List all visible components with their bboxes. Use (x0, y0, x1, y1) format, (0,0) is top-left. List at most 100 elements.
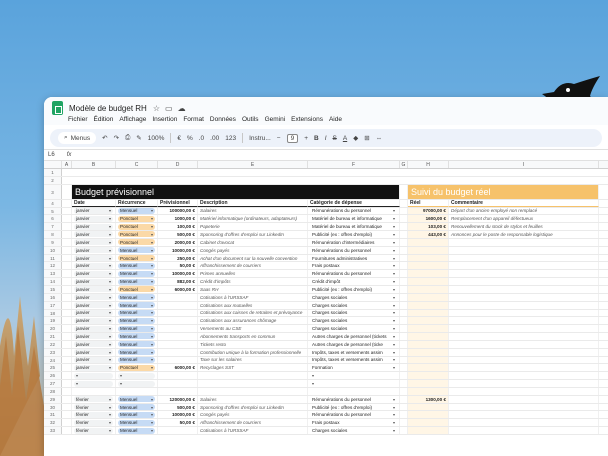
spacer-cell[interactable] (62, 207, 72, 215)
date-dropdown[interactable]: janvier (74, 341, 113, 348)
paint-format-icon[interactable]: ✎ (136, 134, 141, 142)
category-cell[interactable]: Crédit d'impôt (308, 278, 400, 285)
previsionnel-cell[interactable]: 2000,00 € (158, 238, 198, 246)
category-dropdown[interactable]: Charges sociales (310, 318, 397, 324)
spacer-cell[interactable] (62, 364, 72, 372)
previsionnel-cell[interactable] (158, 356, 198, 364)
recurrence-dropdown[interactable]: Mensuel (118, 309, 155, 316)
reel-cell[interactable] (408, 333, 449, 340)
previsionnel-cell[interactable]: 120000,00 € (158, 395, 198, 403)
recurrence-cell[interactable]: Mensuel (116, 246, 158, 254)
reel-cell[interactable] (408, 427, 449, 434)
recurrence-dropdown[interactable] (118, 380, 155, 387)
spacer-cell[interactable] (62, 246, 72, 254)
date-cell[interactable]: janvier (72, 246, 116, 254)
spacer-cell[interactable] (62, 325, 72, 333)
comment-cell[interactable]: Remplacement d'un appareil défectueux (449, 215, 599, 223)
reel-cell[interactable] (408, 372, 449, 380)
column-header-d[interactable]: D (158, 161, 198, 168)
date-cell[interactable]: janvier (72, 262, 116, 270)
row-number[interactable]: 29 (44, 395, 62, 403)
date-dropdown[interactable]: janvier (74, 294, 113, 301)
recurrence-dropdown[interactable]: Mensuel (118, 270, 155, 277)
recurrence-dropdown[interactable]: Mensuel (118, 262, 155, 269)
comment-cell[interactable] (449, 411, 599, 419)
spacer-cell[interactable] (62, 348, 72, 356)
category-dropdown[interactable]: Frais postaux (310, 263, 397, 269)
description-cell[interactable]: Salaires (198, 207, 308, 215)
date-dropdown[interactable]: janvier (74, 333, 113, 340)
spacer-cell[interactable] (400, 340, 408, 348)
recurrence-dropdown[interactable]: Mensuel (118, 247, 155, 254)
spacer-cell[interactable] (62, 278, 72, 285)
spacer-cell[interactable] (62, 356, 72, 364)
date-cell[interactable]: janvier (72, 223, 116, 231)
category-dropdown[interactable]: Publicité (ex : offres d'emploi) (310, 286, 397, 292)
recurrence-cell[interactable]: Ponctuel (116, 254, 158, 262)
category-cell[interactable]: Impôts, taxes et versements assim (308, 348, 400, 356)
description-cell[interactable]: Cotisations aux assurances chômage (198, 317, 308, 325)
comment-cell[interactable] (449, 285, 599, 293)
recurrence-cell[interactable]: Mensuel (116, 207, 158, 215)
menu-donnees[interactable]: Données (210, 116, 236, 123)
recurrence-cell[interactable] (116, 387, 158, 395)
comment-cell[interactable] (449, 238, 599, 246)
reel-cell[interactable] (408, 270, 449, 278)
category-cell[interactable]: Impôts, taxes et versements assim (308, 356, 400, 364)
date-cell[interactable]: janvier (72, 301, 116, 309)
recurrence-cell[interactable]: Ponctuel (116, 285, 158, 293)
spacer-cell[interactable] (62, 333, 72, 340)
previsionnel-cell[interactable] (158, 301, 198, 309)
spacer-cell[interactable] (400, 215, 408, 223)
category-cell[interactable] (308, 387, 400, 395)
recurrence-dropdown[interactable]: Mensuel (118, 404, 155, 411)
text-color-icon[interactable]: A (343, 135, 347, 142)
spacer-cell[interactable] (62, 380, 72, 387)
spacer-cell[interactable] (400, 278, 408, 285)
description-cell[interactable]: Salaires (198, 395, 308, 403)
category-dropdown[interactable]: Rémunérations du personnel (310, 271, 397, 277)
spacer-cell[interactable] (400, 325, 408, 333)
recurrence-cell[interactable]: Mensuel (116, 395, 158, 403)
row-number[interactable]: 20 (44, 325, 62, 333)
date-cell[interactable]: février (72, 403, 116, 411)
category-cell[interactable]: Autres charges de personnel (ticke (308, 340, 400, 348)
row-number[interactable]: 28 (44, 387, 62, 395)
comment-cell[interactable] (449, 278, 599, 285)
description-cell[interactable]: Papeterie (198, 223, 308, 231)
recurrence-dropdown[interactable]: Ponctuel (118, 215, 155, 222)
description-cell[interactable]: Achat d'un document sur la nouvelle conv… (198, 254, 308, 262)
category-cell[interactable]: Rémunérations du personnel (308, 270, 400, 278)
font-size-input[interactable]: 9 (286, 133, 299, 143)
recurrence-cell[interactable] (116, 372, 158, 380)
spacer-cell[interactable] (62, 231, 72, 238)
date-dropdown[interactable]: février (74, 427, 113, 434)
recurrence-cell[interactable]: Mensuel (116, 340, 158, 348)
date-dropdown[interactable]: janvier (74, 325, 113, 332)
row-number[interactable]: 19 (44, 317, 62, 325)
spacer-cell[interactable] (400, 246, 408, 254)
recurrence-cell[interactable]: Mensuel (116, 411, 158, 419)
spacer-cell[interactable] (400, 317, 408, 325)
date-cell[interactable]: janvier (72, 333, 116, 340)
previsionnel-cell[interactable] (158, 348, 198, 356)
spacer-cell[interactable] (400, 301, 408, 309)
decimal-increase-icon[interactable]: .00 (210, 135, 219, 142)
comment-cell[interactable] (449, 246, 599, 254)
previsionnel-cell[interactable]: 10000,00 € (158, 246, 198, 254)
date-dropdown[interactable]: janvier (74, 309, 113, 316)
reel-cell[interactable] (408, 293, 449, 301)
number-format-icon[interactable]: 123 (225, 135, 236, 142)
category-cell[interactable]: Autres charges de personnel (tickets (308, 333, 400, 340)
category-cell[interactable]: Charges sociales (308, 293, 400, 301)
column-header-g[interactable]: G (400, 161, 408, 168)
category-cell[interactable]: Formation (308, 364, 400, 372)
reel-cell[interactable] (408, 419, 449, 427)
reel-cell[interactable] (408, 317, 449, 325)
menu-edition[interactable]: Édition (94, 116, 114, 123)
category-cell[interactable]: Publicité (ex : offres d'emploi) (308, 285, 400, 293)
borders-icon[interactable]: ⊞ (364, 134, 369, 142)
category-dropdown[interactable]: Charges sociales (310, 310, 397, 316)
comment-cell[interactable] (449, 380, 599, 387)
recurrence-dropdown[interactable]: Mensuel (118, 333, 155, 340)
